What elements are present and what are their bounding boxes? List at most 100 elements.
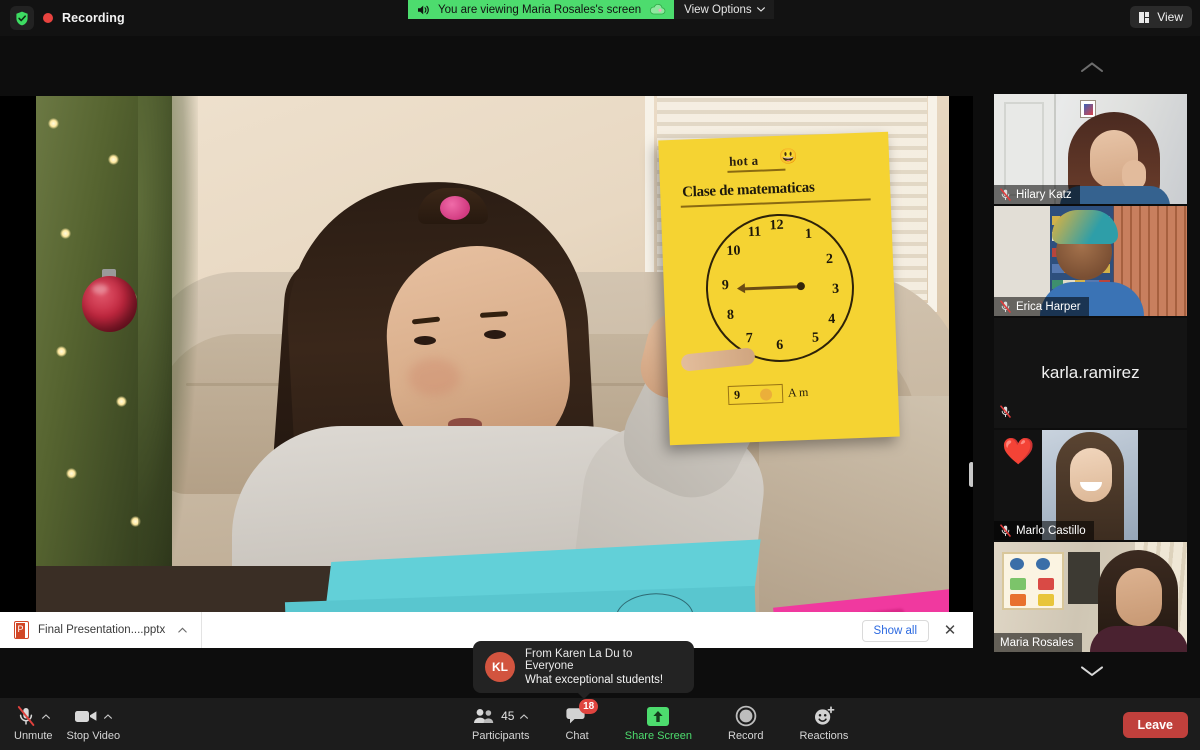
view-button-label: View <box>1157 10 1183 24</box>
chat-button[interactable]: 18 Chat <box>565 698 599 742</box>
clock-poster: hot a 😃 Clase de matematicas 12 1 2 3 4 … <box>658 131 900 446</box>
microphone-muted-icon <box>1000 300 1011 313</box>
chat-toast-text: From Karen La Du to Everyone What except… <box>525 648 682 686</box>
chevron-up-icon[interactable] <box>104 713 113 719</box>
participant-tile-erica-harper[interactable]: Erica Harper <box>994 206 1187 316</box>
christmas-tree <box>36 96 198 612</box>
toolbar-left-group: Unmute Stop Video <box>14 698 120 750</box>
participants-button[interactable]: 45 Participants <box>472 698 529 742</box>
chevron-up-icon[interactable] <box>42 713 51 719</box>
speaker-icon <box>418 5 429 14</box>
participants-count: 45 <box>501 709 515 723</box>
microphone-muted-icon <box>1000 405 1011 418</box>
thumbnails-scroll-up-button[interactable] <box>994 48 1190 86</box>
face <box>1070 448 1112 502</box>
close-icon[interactable]: ✕ <box>937 621 963 639</box>
heart-reaction-icon: ❤️ <box>1002 436 1035 466</box>
clock-number: 1 <box>804 226 813 242</box>
microphone-muted-icon <box>1000 188 1011 201</box>
clock-number: 10 <box>726 243 741 259</box>
girl-eye-left <box>414 336 436 345</box>
shared-file-item[interactable]: Final Presentation....pptx <box>0 612 187 648</box>
record-circle-icon <box>735 705 757 727</box>
cloud-icon <box>650 4 666 15</box>
clock-number: 4 <box>827 311 836 328</box>
door-panel <box>1004 102 1044 196</box>
shared-screen-area[interactable]: hot a 😃 Clase de matematicas 12 1 2 3 4 … <box>0 96 973 612</box>
poster-time-box: 9 <box>727 383 784 406</box>
layout-grid-icon <box>1139 11 1151 23</box>
top-bar: Recording You are viewing Maria Rosales'… <box>0 0 1200 36</box>
recording-dot-icon <box>43 13 53 23</box>
participant-name-bar: Maria Rosales <box>994 633 1082 652</box>
shared-video-content: hot a 😃 Clase de matematicas 12 1 2 3 4 … <box>36 96 949 612</box>
poster-title: hot a <box>728 152 759 169</box>
chevron-up-icon <box>1081 62 1103 72</box>
meeting-toolbar: Unmute Stop Video 45 Participants 18 Cha… <box>0 698 1200 750</box>
view-options-button[interactable]: View Options <box>674 0 774 19</box>
share-screen-button-label: Share Screen <box>624 730 692 742</box>
clock-number: 3 <box>831 281 840 297</box>
chevron-down-icon <box>756 7 765 12</box>
microphone-muted-icon <box>18 706 35 726</box>
clock-number: 12 <box>769 217 784 234</box>
participant-name-bar: Hilary Katz <box>994 185 1080 204</box>
chat-toast-message: What exceptional students! <box>525 674 664 686</box>
recording-indicator-group: Recording <box>10 6 125 30</box>
participant-thumbnail-strip: Hilary Katz Erica Harper karla.ramirez ❤… <box>994 48 1190 698</box>
show-all-button[interactable]: Show all <box>861 620 929 642</box>
file-bar-divider <box>201 612 203 648</box>
participant-tile-karla-ramirez[interactable]: karla.ramirez <box>994 318 1187 428</box>
view-layout-button[interactable]: View <box>1130 6 1192 28</box>
chevron-up-icon[interactable] <box>178 627 187 633</box>
participant-tile-maria-rosales[interactable]: Maria Rosales <box>994 542 1187 652</box>
chevron-up-icon[interactable] <box>520 713 529 719</box>
participant-tile-hilary-katz[interactable]: Hilary Katz <box>994 94 1187 204</box>
stop-video-button[interactable]: Stop Video <box>67 698 120 742</box>
microphone-muted-icon <box>1000 524 1011 537</box>
participant-tile-marlo-castillo[interactable]: ❤️ Marlo Castillo <box>994 430 1187 540</box>
torso <box>1090 626 1187 652</box>
mute-button[interactable]: Unmute <box>14 698 53 742</box>
zoom-meeting-window: Recording You are viewing Maria Rosales'… <box>0 0 1200 750</box>
mute-corner-icon <box>1000 405 1011 423</box>
shared-file-name: Final Presentation....pptx <box>38 624 166 636</box>
chat-toast-notification[interactable]: KL From Karen La Du to Everyone What exc… <box>473 641 694 699</box>
red-ornament <box>82 276 137 332</box>
thumbnails-scroll-down-button[interactable] <box>994 652 1190 690</box>
record-button-label: Record <box>728 730 764 742</box>
participant-name-bar: Marlo Castillo <box>994 521 1094 540</box>
face <box>1116 568 1162 626</box>
powerpoint-file-icon <box>14 621 29 639</box>
head-wrap <box>1052 210 1118 244</box>
girl-eye-right <box>484 330 506 339</box>
poster-am-label: A m <box>787 384 809 400</box>
viewing-banner-text: You are viewing Maria Rosales's screen <box>438 3 642 16</box>
shield-check-icon[interactable] <box>10 6 34 30</box>
share-scroll-indicator[interactable] <box>969 462 973 487</box>
recording-label: Recording <box>62 11 125 25</box>
poster-subtitle: Clase de matematicas <box>681 179 815 201</box>
classroom-poster <box>1002 552 1064 610</box>
thumbnail-tiles: Hilary Katz Erica Harper karla.ramirez ❤… <box>994 94 1190 654</box>
clock-number: 7 <box>745 331 754 347</box>
chalkboard <box>1068 552 1100 604</box>
girl-hair-bow <box>440 196 470 220</box>
leave-button[interactable]: Leave <box>1122 712 1188 738</box>
people-icon <box>474 709 494 723</box>
participant-name: Maria Rosales <box>1000 636 1074 649</box>
chat-button-label: Chat <box>565 730 589 742</box>
chat-toast-from: From Karen La Du to Everyone <box>525 648 633 672</box>
reactions-button[interactable]: Reactions <box>799 698 848 742</box>
share-arrow-up-icon <box>647 706 670 726</box>
worksheet-clock-1 <box>614 591 695 612</box>
clock-number: 2 <box>825 251 834 268</box>
toolbar-center-group: 45 Participants 18 Chat Share Screen Rec… <box>472 698 848 750</box>
show-all-group: Show all <box>861 620 929 642</box>
clock-number: 5 <box>811 330 820 346</box>
avatar: KL <box>485 652 515 682</box>
clock-number: 6 <box>775 337 784 354</box>
chat-unread-badge: 18 <box>579 699 599 714</box>
record-button[interactable]: Record <box>728 698 763 742</box>
share-screen-button[interactable]: Share Screen <box>625 698 692 742</box>
